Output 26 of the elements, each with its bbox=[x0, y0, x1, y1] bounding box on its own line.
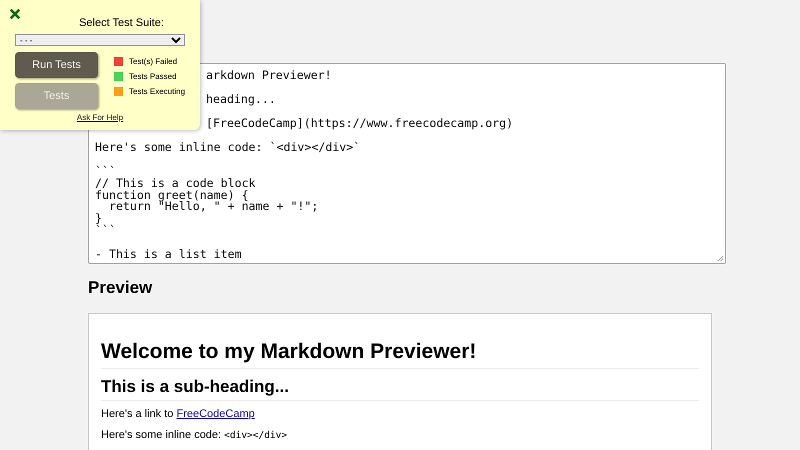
editor-line: ``` bbox=[95, 222, 116, 237]
close-icon[interactable] bbox=[9, 8, 21, 20]
editor-line: [FreeCodeCamp](https://www.freecodecamp.org) bbox=[206, 116, 514, 130]
preview-text: Here's a link to bbox=[101, 408, 174, 420]
preview-link[interactable]: FreeCodeCamp bbox=[176, 408, 255, 420]
test-button[interactable]: Run Tests bbox=[15, 52, 98, 78]
panel-title: Select Test Suite: bbox=[78, 16, 165, 31]
editor-line: function greet(name) { bbox=[95, 188, 249, 202]
editor-line: heading... bbox=[206, 92, 276, 106]
legend-label: Test(s) Failed bbox=[129, 57, 178, 66]
preview-subheading: This is a sub-heading... bbox=[101, 377, 290, 397]
legend-label: Tests Passed bbox=[129, 72, 177, 81]
preview-heading: Preview bbox=[88, 278, 154, 299]
editor-line: } bbox=[95, 211, 102, 226]
editor-line: Here's some inline code: `<div></div>` bbox=[95, 140, 360, 154]
legend-label: Tests Executing bbox=[129, 87, 186, 96]
inline-code: <div></div> bbox=[224, 430, 288, 441]
help-link[interactable]: Ask For Help bbox=[76, 113, 124, 122]
suite-select[interactable]: - - - bbox=[15, 34, 185, 46]
resize-grip-icon[interactable] bbox=[717, 255, 724, 262]
editor-line: // This is a code block bbox=[95, 176, 256, 190]
editor-line: - This is a list item bbox=[95, 246, 242, 261]
editor-line: arkdown Previewer! bbox=[206, 68, 332, 82]
editor-line: ``` bbox=[95, 164, 116, 178]
preview-title: Welcome to my Markdown Previewer! bbox=[101, 339, 478, 365]
preview-text: Here's some inline code: bbox=[101, 429, 222, 441]
